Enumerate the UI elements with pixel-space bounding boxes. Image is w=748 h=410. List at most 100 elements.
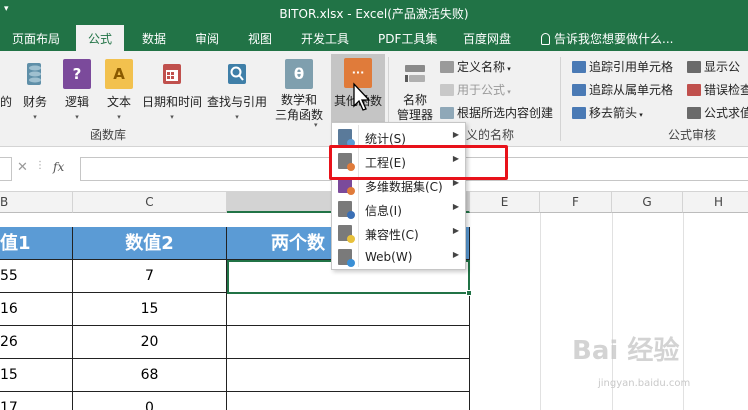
date-time-button[interactable]: 日期和时间 ▾: [141, 55, 203, 129]
table-cell[interactable]: 15: [73, 293, 227, 326]
date-time-icon: [158, 59, 186, 89]
table-cell[interactable]: 16: [0, 293, 73, 326]
date-time-dropdown-arrow: ▾: [170, 113, 174, 121]
use-in-formula-label: 用于公式: [457, 83, 506, 97]
financial-label: 财务: [22, 95, 47, 109]
menu-item-web[interactable]: Web(W) ▶: [332, 245, 465, 269]
math-trig-button[interactable]: θ 数学和 三角函数 ▾: [270, 55, 328, 129]
table-cell[interactable]: [227, 326, 470, 359]
finance-icon: [21, 59, 49, 89]
table-header-cell[interactable]: 数值2: [73, 227, 227, 260]
table-cell[interactable]: 20: [73, 326, 227, 359]
menu-item-label: 兼容性(C): [365, 228, 419, 242]
table-cell[interactable]: 0: [73, 392, 227, 410]
submenu-arrow-icon: ▶: [452, 250, 459, 259]
group-divider: [560, 57, 561, 141]
web-icon: [338, 249, 355, 267]
menu-item-compatibility[interactable]: 兼容性(C) ▶: [332, 221, 465, 245]
fill-handle[interactable]: [466, 290, 472, 296]
tab-formulas[interactable]: 公式: [76, 25, 125, 51]
create-from-selection-icon: [440, 107, 454, 119]
remove-arrows-label: 移去箭头: [589, 106, 638, 120]
mouse-cursor-icon: [353, 82, 371, 111]
text-button[interactable]: A 文本 ▾: [102, 55, 136, 129]
table-header-cell[interactable]: 值1: [0, 227, 73, 260]
name-manager-button[interactable]: 名称 管理器: [393, 55, 437, 129]
tab-baidu-netdisk[interactable]: 百度网盘: [463, 30, 511, 47]
show-formulas-button[interactable]: 显示公: [687, 58, 740, 76]
logical-label: 逻辑: [64, 95, 89, 109]
table-cell[interactable]: 17: [0, 392, 73, 410]
tab-page-layout[interactable]: 页面布局: [12, 30, 60, 47]
submenu-arrow-icon: ▶: [452, 226, 459, 235]
name-manager-label-line1: 名称: [402, 93, 427, 107]
tab-review[interactable]: 审阅: [195, 30, 219, 47]
table-cell[interactable]: 55: [0, 260, 73, 293]
table-cell[interactable]: 68: [73, 359, 227, 392]
menu-item-label: 信息(I): [365, 204, 402, 218]
name-manager-icon: [401, 59, 429, 89]
lookup-icon: [223, 59, 251, 89]
watermark-logo: Bai 经验: [572, 336, 680, 366]
trace-precedents-icon: [572, 61, 586, 73]
define-name-icon: [440, 61, 454, 73]
menu-item-information[interactable]: 信息(I) ▶: [332, 197, 465, 221]
remove-arrows-button[interactable]: 移去箭头 ▾: [572, 104, 643, 122]
define-name-label: 定义名称: [457, 60, 506, 74]
menu-item-label: Web(W): [365, 250, 413, 264]
text-dropdown-arrow: ▾: [117, 113, 121, 121]
show-formulas-label: 显示公: [704, 60, 741, 74]
partial-function-button[interactable]: 的: [0, 55, 18, 129]
show-formulas-icon: [687, 61, 701, 73]
lookup-reference-button[interactable]: 查找与引用 ▾: [205, 55, 269, 129]
gridline: [540, 213, 541, 410]
trace-precedents-button[interactable]: 追踪引用单元格: [572, 58, 673, 76]
table-cell[interactable]: [227, 359, 470, 392]
trace-dependents-button[interactable]: 追踪从属单元格: [572, 81, 673, 99]
column-header-h[interactable]: H: [683, 192, 748, 213]
evaluate-formula-icon: [687, 107, 701, 119]
use-in-formula-icon: [440, 84, 454, 96]
ribbon-tab-bar: 页面布局 公式 数据 审阅 视图 开发工具 PDF工具集 百度网盘 告诉我您想要…: [0, 24, 748, 51]
trace-dependents-icon: [572, 84, 586, 96]
table-cell[interactable]: 7: [73, 260, 227, 293]
column-header-g[interactable]: G: [612, 192, 683, 213]
math-trig-dropdown-arrow: ▾: [314, 121, 318, 129]
logical-dropdown-arrow: ▾: [75, 113, 79, 121]
create-from-selection-button[interactable]: 根据所选内容创建: [440, 104, 553, 122]
submenu-arrow-icon: ▶: [452, 202, 459, 211]
math-trig-label-line2: 三角函数: [274, 108, 323, 122]
column-header-b[interactable]: B: [0, 192, 73, 213]
tab-data[interactable]: 数据: [142, 30, 166, 47]
cancel-icon[interactable]: ✕: [17, 160, 28, 175]
tell-me-search[interactable]: 告诉我您想要做什么...: [541, 30, 673, 47]
insert-function-icon[interactable]: fx: [53, 160, 64, 174]
evaluate-formula-button[interactable]: 公式求值: [687, 104, 748, 122]
tab-view[interactable]: 视图: [248, 30, 272, 47]
table-cell[interactable]: 26: [0, 326, 73, 359]
excel-window: ▾ BITOR.xlsx - Excel(产品激活失败) 页面布局 公式 数据 …: [0, 0, 748, 410]
column-header-c[interactable]: C: [73, 192, 227, 213]
logical-button[interactable]: ? 逻辑 ▾: [60, 55, 94, 129]
table-cell[interactable]: [227, 392, 470, 410]
dots-icon: ⋮: [35, 160, 45, 171]
date-time-label: 日期和时间: [141, 95, 202, 109]
error-checking-button[interactable]: 错误检查: [687, 81, 748, 99]
tab-pdf-tools[interactable]: PDF工具集: [378, 30, 437, 47]
financial-button[interactable]: 财务 ▾: [18, 55, 52, 129]
column-header-f[interactable]: F: [540, 192, 612, 213]
remove-arrows-icon: [572, 107, 586, 119]
information-icon: [338, 201, 355, 219]
formula-auditing-group-label: 公式审核: [668, 128, 717, 142]
table-cell[interactable]: [227, 293, 470, 326]
define-name-button[interactable]: 定义名称 ▾: [440, 58, 511, 76]
trace-precedents-label: 追踪引用单元格: [589, 60, 674, 74]
table-cell[interactable]: 15: [0, 359, 73, 392]
name-box[interactable]: [0, 157, 12, 181]
compatibility-icon: [338, 225, 355, 243]
use-in-formula-button[interactable]: 用于公式 ▾: [440, 81, 511, 99]
column-header-e[interactable]: E: [470, 192, 540, 213]
tab-developer[interactable]: 开发工具: [301, 30, 349, 47]
defined-names-group-label: 义的名称: [466, 128, 515, 142]
evaluate-formula-label: 公式求值: [704, 106, 748, 120]
